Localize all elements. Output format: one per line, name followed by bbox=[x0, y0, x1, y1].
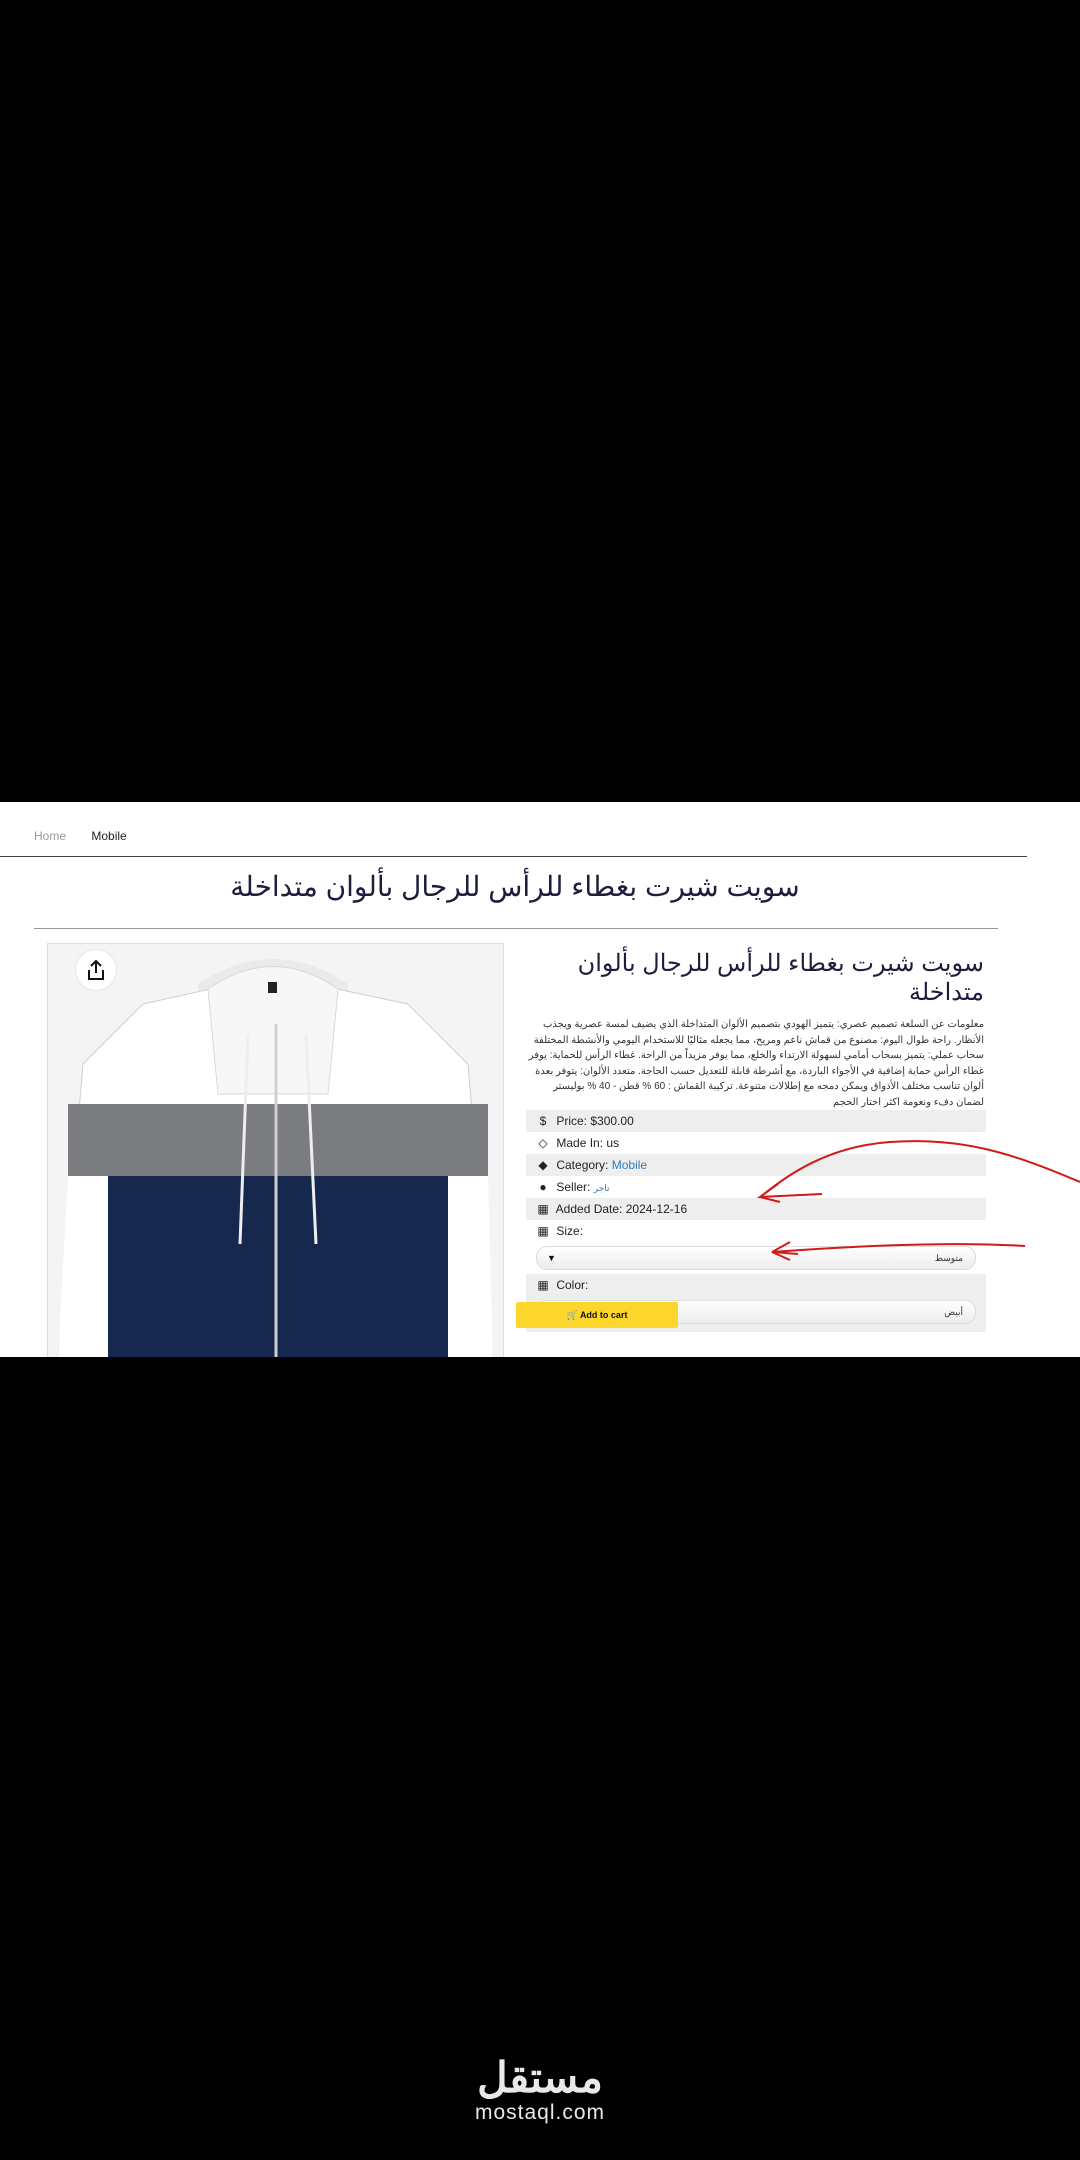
divider bbox=[34, 928, 998, 929]
size-label: Size: bbox=[556, 1224, 584, 1238]
calendar-icon: ▦ bbox=[537, 1224, 549, 1238]
cart-icon: 🛒 bbox=[566, 1310, 578, 1320]
calendar-icon: ▦ bbox=[537, 1202, 549, 1216]
category-row: ◆ Category: Mobile bbox=[526, 1154, 986, 1176]
seller-label: Seller: bbox=[556, 1180, 591, 1194]
color-row: ▦ Color: bbox=[526, 1274, 986, 1296]
watermark-latin: mostaql.com bbox=[474, 2101, 606, 2124]
size-section: ▦ Size: متوسط ▼ bbox=[526, 1220, 986, 1270]
watermark-arabic: مستقل bbox=[477, 2054, 603, 2101]
category-label: Category: bbox=[556, 1158, 609, 1172]
add-to-cart-label: Add to cart bbox=[579, 1310, 628, 1320]
tag-icon: ◆ bbox=[538, 1158, 548, 1172]
price-row: $ Price: $300.00 bbox=[526, 1110, 986, 1132]
share-icon bbox=[88, 959, 104, 980]
product-description: معلومات عن السلعة تصميم عصري: يتميز الهو… bbox=[528, 1019, 984, 1108]
color-label: Color: bbox=[556, 1278, 589, 1292]
price-value: $300.00 bbox=[590, 1114, 634, 1128]
breadcrumb-home[interactable]: Home bbox=[34, 829, 66, 843]
user-circle-icon: ● bbox=[539, 1180, 547, 1194]
add-to-cart-button[interactable]: 🛒 Add to cart bbox=[516, 1302, 678, 1328]
price-label: Price: bbox=[556, 1114, 588, 1128]
seller-link[interactable]: تاجر bbox=[594, 1183, 610, 1193]
made-in-label: Made In: bbox=[556, 1136, 604, 1150]
product-title: سويت شيرت بغطاء للرأس للرجال بألوان متدا… bbox=[577, 950, 984, 1006]
made-in-value: us bbox=[606, 1136, 620, 1150]
added-date-row: ▦ Added Date: 2024-12-16 bbox=[526, 1198, 986, 1220]
divider bbox=[0, 856, 1027, 857]
share-button[interactable] bbox=[76, 950, 116, 990]
nav-fragment bbox=[320, 802, 660, 806]
size-select[interactable]: متوسط ▼ bbox=[536, 1246, 976, 1270]
breadcrumb-current: Mobile bbox=[91, 829, 127, 843]
screenshot-panel: Home Mobile سويت شيرت بغطاء للرأس للرجال… bbox=[0, 802, 1080, 1357]
diamond-icon: ◇ bbox=[538, 1136, 548, 1150]
product-image bbox=[47, 943, 504, 1357]
dollar-icon: $ bbox=[539, 1114, 547, 1128]
size-selected-value: متوسط bbox=[934, 1253, 963, 1263]
chevron-down-icon: ▼ bbox=[547, 1253, 556, 1263]
calendar-icon: ▦ bbox=[537, 1278, 549, 1292]
size-row: ▦ Size: bbox=[526, 1220, 986, 1242]
added-date-label: Added Date: bbox=[555, 1202, 623, 1216]
seller-row: ● Seller: تاجر bbox=[526, 1176, 986, 1198]
made-in-row: ◇ Made In: us bbox=[526, 1132, 986, 1154]
category-link[interactable]: Mobile bbox=[612, 1158, 647, 1172]
product-details: سويت شيرت بغطاء للرأس للرجال بألوان متدا… bbox=[526, 943, 986, 1332]
color-selected-value: أبيض bbox=[944, 1307, 963, 1317]
hoodie-image bbox=[48, 944, 503, 1357]
added-date-value: 2024-12-16 bbox=[625, 1202, 688, 1216]
mostaql-watermark: مستقل mostaql.com bbox=[440, 2055, 640, 2125]
page-title: سويت شيرت بغطاء للرأس للرجال بألوان متدا… bbox=[230, 871, 800, 902]
breadcrumb: Home Mobile bbox=[34, 829, 127, 843]
